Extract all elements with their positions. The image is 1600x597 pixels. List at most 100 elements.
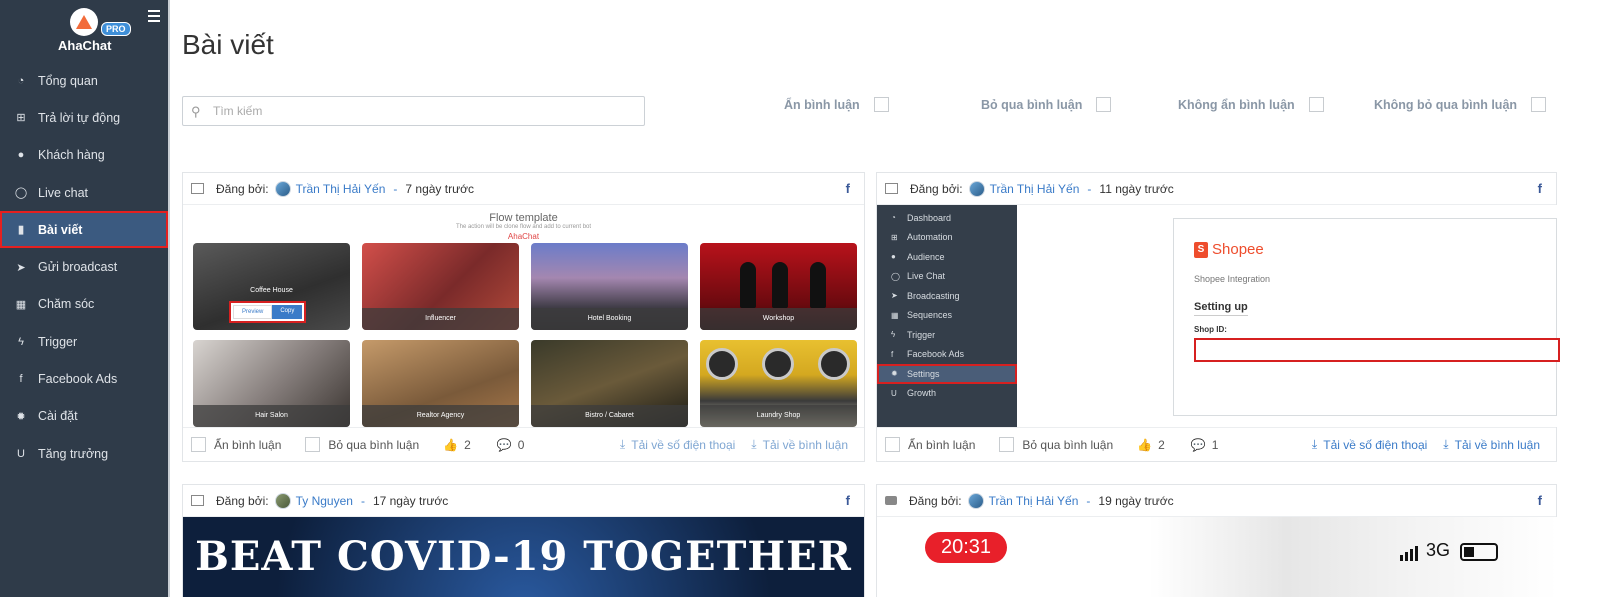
post-time: 19 ngày trước	[1098, 493, 1174, 508]
skip-comment-checkbox[interactable]	[305, 437, 321, 452]
facebook-icon[interactable]: f	[846, 493, 850, 508]
menu-item-label: Dashboard	[907, 212, 952, 223]
sidebar-item[interactable]: ● Khách hàng	[0, 137, 168, 174]
filter-checkbox[interactable]	[1531, 97, 1547, 112]
download-icon: ⤓	[1311, 437, 1318, 451]
download-phones-label: Tải về số điện thoại	[1323, 437, 1428, 452]
post-video[interactable]: 20:31 3G	[877, 517, 1558, 597]
comment-count-value: 1	[1211, 437, 1219, 452]
flow-subtitle: The action will be clone flow and add to…	[455, 224, 592, 230]
post-image[interactable]: BEAT COVID-19 TOGETHER	[183, 517, 864, 597]
filter-checkbox[interactable]	[1308, 97, 1324, 112]
menu-item-icon: ➤	[891, 291, 898, 301]
filter-label: Không bỏ qua bình luận	[1374, 97, 1518, 112]
copy-button[interactable]: Copy	[272, 305, 303, 319]
search-box[interactable]: ⚲	[182, 96, 645, 126]
comment-count: 💬 1	[1191, 438, 1219, 452]
dashboard-icon: ◔	[17, 74, 25, 87]
menu-item-icon: ϟ	[891, 330, 896, 340]
post-footer: Ẩn bình luận Bỏ qua bình luận 👍 2 💬 0 ⤓ Tải…	[183, 427, 864, 461]
hide-comment-checkbox[interactable]	[885, 437, 900, 452]
download-phones-link[interactable]: ⤓ Tải về số điện thoại	[620, 437, 735, 452]
template-tile: Laundry Shop	[700, 340, 857, 427]
sidebar-item[interactable]: ✹ Cài đặt	[0, 398, 168, 435]
book-icon: ▮	[17, 224, 25, 237]
post-header: Đăng bởi: Trần Thị Hải Yến - 19 ngày trư…	[877, 485, 1556, 517]
like-count-value: 2	[1158, 437, 1165, 452]
hide-comment-checkbox[interactable]	[191, 437, 206, 452]
filter-checkbox[interactable]	[1096, 97, 1112, 112]
post-image[interactable]: ◔ Dashboard ⊞ Automation ● Audience ◯ Live Chat…	[877, 205, 1560, 427]
brand[interactable]: PRO AhaChat	[0, 0, 168, 62]
download-comments-link[interactable]: ⤓ Tải về bình luận	[751, 437, 848, 452]
sidebar-item[interactable]: ➤ Gửi broadcast	[0, 248, 168, 285]
author-link[interactable]: Ty Nguyen	[296, 494, 353, 508]
washer	[706, 348, 738, 380]
posted-by-label: Đăng bởi:	[216, 493, 269, 508]
facebook-icon[interactable]: f	[1538, 181, 1542, 196]
separator: -	[1086, 493, 1091, 508]
facebook-icon[interactable]: f	[846, 181, 850, 196]
facebook-square-icon: f	[19, 373, 23, 386]
search-input[interactable]	[213, 104, 633, 118]
gear-icon: ✹	[16, 410, 26, 423]
pro-badge: PRO	[101, 22, 131, 36]
filter-label: Không ẩn bình luận	[1178, 97, 1295, 112]
preview-button[interactable]: Preview	[233, 305, 273, 319]
author-link[interactable]: Trần Thị Hải Yến	[989, 494, 1079, 508]
post-card: Đăng bởi: Trần Thị Hải Yến - 11 ngày trư…	[876, 172, 1560, 462]
filter-checkbox[interactable]	[873, 97, 889, 112]
thumbs-up-icon: 👍	[1137, 437, 1153, 452]
screenshot-menu-item: ◔ Dashboard	[877, 208, 1017, 228]
image-icon	[191, 183, 204, 194]
skip-comment-label: Bỏ qua bình luận	[328, 437, 420, 452]
sidebar-item[interactable]: U Tăng trưởng	[0, 435, 168, 472]
screenshot-sidebar: ◔ Dashboard ⊞ Automation ● Audience ◯ Live Chat…	[877, 205, 1017, 427]
post-image[interactable]: Flow template The action will be clone f…	[185, 207, 862, 427]
shop-id-label: Shop ID:	[1194, 325, 1227, 334]
menu-item-label: Settings	[907, 368, 940, 379]
sidebar-item[interactable]: ◔ Tổng quan	[0, 62, 168, 99]
download-comments-link[interactable]: ⤓ Tải về bình luận	[1443, 437, 1540, 452]
author-link[interactable]: Trần Thị Hải Yến	[296, 182, 386, 196]
sidebar-item[interactable]: ▮ Bài viết	[0, 211, 168, 249]
sidebar-item-label: Trigger	[38, 334, 78, 349]
menu-item-label: Facebook Ads	[907, 349, 965, 360]
posted-by-label: Đăng bởi:	[216, 181, 269, 196]
menu-item-icon: U	[891, 388, 897, 398]
filter-not-hidden[interactable]: Không ẩn bình luận	[1178, 97, 1324, 112]
author-link[interactable]: Trần Thị Hải Yến	[990, 182, 1080, 196]
like-count: 👍 2	[443, 438, 471, 452]
sidebar-item-label: Chăm sóc	[38, 297, 95, 312]
template-label: Workshop	[700, 308, 857, 330]
sidebar-item[interactable]: ◯ Live chat	[0, 174, 168, 211]
sidebar-item[interactable]: ⊞ Trả lời tự động	[0, 99, 168, 136]
download-icon: ⤓	[751, 437, 757, 451]
battery-icon	[1460, 543, 1499, 561]
post-time: 7 ngày trước	[405, 181, 475, 196]
sidebar-item[interactable]: f Facebook Ads	[0, 360, 168, 397]
washer	[818, 348, 850, 380]
screenshot-menu-item: ⊞ Automation	[877, 228, 1017, 248]
download-icon: ⤓	[619, 437, 626, 451]
download-phones-link[interactable]: ⤓ Tải về số điện thoại	[1312, 437, 1427, 452]
sidebar-item[interactable]: ϟ Trigger	[0, 323, 168, 360]
paper-plane-icon: ➤	[16, 261, 26, 274]
sidebar-item-label: Tổng quan	[38, 73, 98, 88]
filter-not-skipped[interactable]: Không bỏ qua bình luận	[1374, 97, 1547, 112]
washer	[762, 348, 794, 380]
page-title: Bài viết	[182, 29, 274, 60]
filter-skip-comments[interactable]: Bỏ qua bình luận	[981, 97, 1112, 112]
template-tile: Hotel Booking	[531, 243, 688, 330]
filter-hide-comments[interactable]: Ẩn bình luận	[784, 97, 889, 112]
template-tile: Workshop	[700, 243, 857, 330]
skip-comment-checkbox[interactable]	[999, 437, 1015, 452]
screenshot-menu-item: ✹ Settings	[877, 364, 1017, 384]
post-header: Đăng bởi: Ty Nguyen - 17 ngày trước f	[183, 485, 864, 517]
download-comments-label: Tải về bình luận	[1454, 437, 1540, 452]
menu-toggle-icon[interactable]	[148, 10, 160, 25]
template-label: Influencer	[362, 308, 519, 330]
sidebar-item[interactable]: ▦ Chăm sóc	[0, 286, 168, 323]
facebook-icon[interactable]: f	[1538, 493, 1542, 508]
ahachat-logo	[70, 8, 98, 36]
